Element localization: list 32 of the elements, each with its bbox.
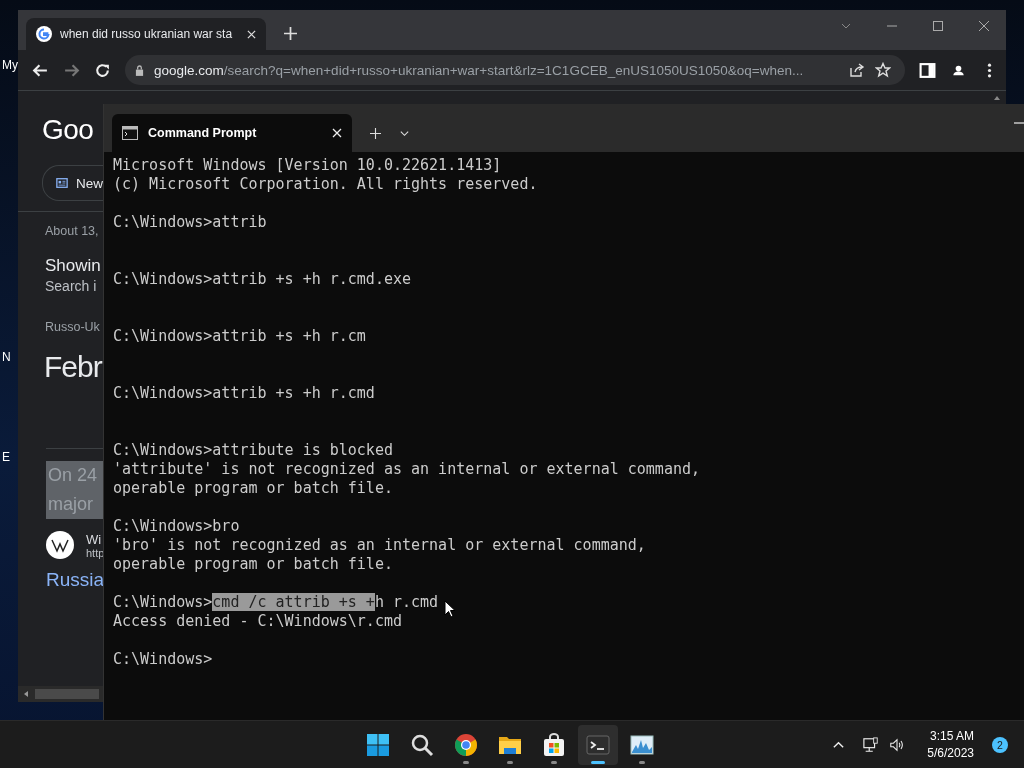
- notification-badge[interactable]: 2: [992, 737, 1008, 753]
- console-line: C:\Windows>attrib: [113, 213, 267, 232]
- result-link[interactable]: Russia: [46, 569, 103, 591]
- result-count: About 13,: [45, 224, 99, 238]
- url-text: google.com/search?q=when+did+russo+ukranian+war+start&rlz=1C1GCEB_enUS1050US1050&oq=when...: [154, 62, 805, 78]
- answer-breadcrumb: Russo-Uk: [45, 320, 100, 334]
- console-line: C:\Windows>: [113, 650, 213, 669]
- desktop-icon-label[interactable]: N: [2, 350, 18, 364]
- console-line: Access denied - C:\Windows\r.cmd: [113, 612, 402, 631]
- console-line: 'attribute' is not recognized as an internal or external command,: [113, 460, 700, 479]
- desktop-icon-label[interactable]: E: [2, 450, 18, 464]
- source-name: Wi: [86, 531, 103, 547]
- console-line: Microsoft Windows [Version 10.0.22621.1413]: [113, 156, 502, 175]
- featured-answer: Febr: [44, 350, 102, 384]
- google-logo-text: Goo: [42, 113, 95, 147]
- console-line: C:\Windows>attrib +s +h r.cmd.exe: [113, 270, 411, 289]
- console-line: operable program or batch file.: [113, 555, 393, 574]
- showing-results-text: Showin: [45, 256, 101, 276]
- address-bar[interactable]: google.com/search?q=when+did+russo+ukranian+war+start&rlz=1C1GCEB_enUS1050US1050&oq=when...: [125, 55, 905, 85]
- terminal-tab[interactable]: Command Prompt: [112, 114, 352, 152]
- console-line: 'bro' is not recognized as an internal or external command,: [113, 536, 646, 555]
- console-line: C:\Windows>attribute is blocked: [113, 441, 393, 460]
- console-line: operable program or batch file.: [113, 479, 393, 498]
- search-instead-link[interactable]: Search i: [45, 278, 97, 294]
- desktop-icon-label[interactable]: My: [2, 58, 18, 72]
- console-line: C:\Windows>attrib +s +h r.cmd: [113, 384, 375, 403]
- console-line: C:\Windows>bro: [113, 517, 240, 536]
- console-line: C:\Windows>attrib +s +h r.cm: [113, 327, 366, 346]
- console-line: C:\Windows>cmd /c attrib +s +h r.cmd: [113, 593, 439, 612]
- console-line: (c) Microsoft Corporation. All rights reserved.: [113, 175, 538, 194]
- browser-tab[interactable]: when did russo ukranian war sta: [26, 18, 266, 50]
- clock[interactable]: 3:15 AM 5/6/2023: [927, 728, 974, 762]
